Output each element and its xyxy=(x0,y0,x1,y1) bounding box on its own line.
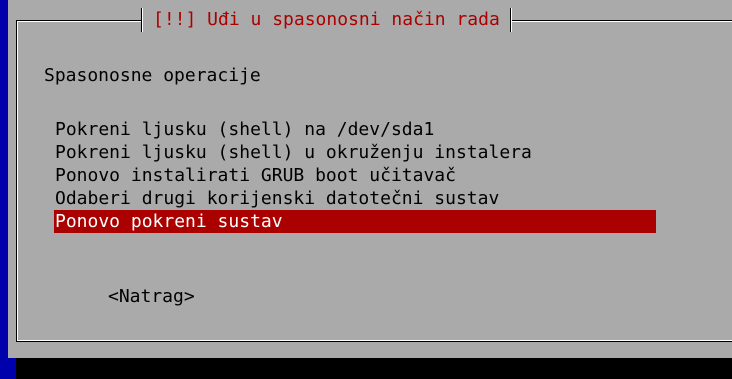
dialog-title-bar: [!!] Uđi u spasonosni način rada xyxy=(141,8,512,32)
title-right-tick xyxy=(509,8,512,32)
rescue-operations-menu: Pokreni ljusku (shell) na /dev/sda1 Pokr… xyxy=(54,118,656,233)
menu-item-choose-root-fs[interactable]: Odaberi drugi korijenski datotečni susta… xyxy=(54,187,656,210)
menu-item-reinstall-grub[interactable]: Ponovo instalirati GRUB boot učitavač xyxy=(54,164,656,187)
back-button[interactable]: <Natrag> xyxy=(108,285,195,309)
dialog-shadow xyxy=(16,358,732,379)
menu-item-reboot[interactable]: Ponovo pokreni sustav xyxy=(54,210,656,233)
menu-item-shell-installer[interactable]: Pokreni ljusku (shell) u okruženju insta… xyxy=(54,141,656,164)
menu-item-shell-sda1[interactable]: Pokreni ljusku (shell) na /dev/sda1 xyxy=(54,118,656,141)
menu-heading: Spasonosne operacije xyxy=(44,65,261,86)
installer-screen: [!!] Uđi u spasonosni način rada Spasono… xyxy=(0,0,732,379)
dialog-title: [!!] Uđi u spasonosni način rada xyxy=(153,9,500,30)
rescue-mode-dialog: [!!] Uđi u spasonosni način rada Spasono… xyxy=(8,0,732,358)
